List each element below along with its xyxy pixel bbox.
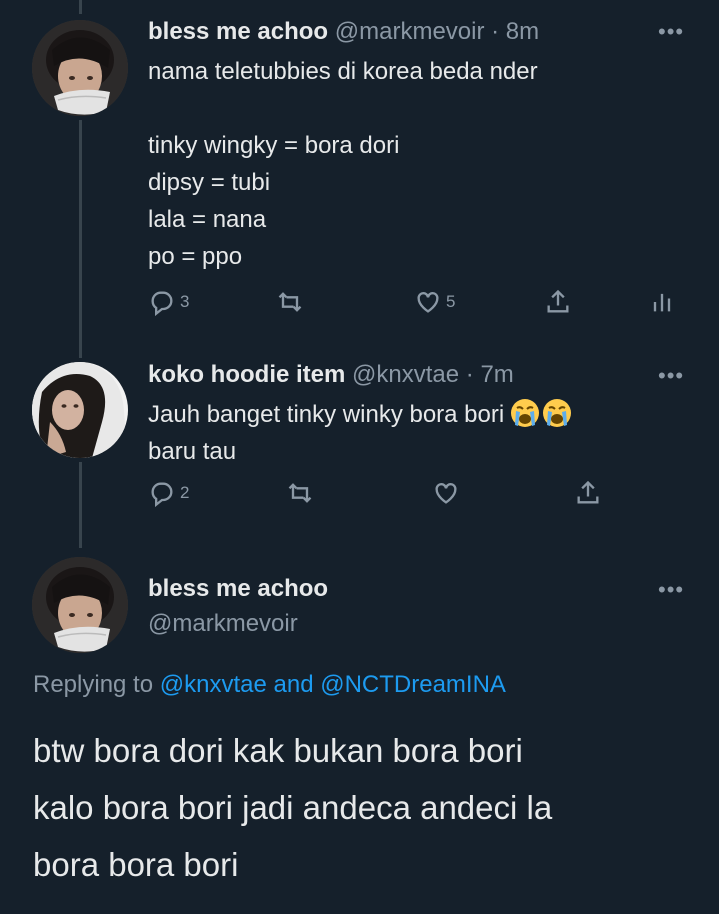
timestamp[interactable]: · 8m xyxy=(491,18,539,45)
display-name[interactable]: bless me achoo xyxy=(148,575,328,602)
mention-link[interactable]: @knxvtae xyxy=(160,671,267,698)
avatar[interactable] xyxy=(32,557,128,653)
like-icon xyxy=(417,292,439,313)
thread-line xyxy=(79,462,82,548)
tweet-actions: 2 xyxy=(148,479,688,515)
share-button[interactable] xyxy=(574,479,602,507)
mention-link[interactable]: @NCTDreamINA xyxy=(320,671,506,698)
more-icon[interactable]: ••• xyxy=(658,21,684,43)
retweet-icon xyxy=(278,292,302,312)
tweet-text: Jauh banget tinky winky bora bori baru t… xyxy=(148,396,572,470)
retweet-button[interactable] xyxy=(286,479,314,507)
reply-button[interactable]: 3 xyxy=(148,288,189,316)
timestamp[interactable]: · 7m xyxy=(466,361,514,388)
replying-label: Replying to xyxy=(33,671,154,698)
like-icon xyxy=(435,483,457,504)
tweet-header: koko hoodie item @knxvtae · 7m xyxy=(148,360,514,390)
tweet-text-line: Jauh banget tinky winky bora bori xyxy=(148,401,505,428)
like-button[interactable] xyxy=(432,479,460,507)
crying-emoji xyxy=(511,399,540,427)
analytics-button[interactable] xyxy=(648,288,676,316)
analytics-icon xyxy=(653,293,671,312)
share-icon xyxy=(577,480,599,504)
replying-to: Replying to @knxvtae and @NCTDreamINA xyxy=(33,671,506,699)
reply-count: 2 xyxy=(180,483,190,502)
display-name-row: bless me achoo xyxy=(148,574,328,604)
replying-and[interactable]: and xyxy=(274,671,314,698)
share-icon xyxy=(547,289,569,313)
reply-button[interactable]: 2 xyxy=(148,479,189,507)
reply-count: 3 xyxy=(180,292,190,311)
username-row: @markmevoir xyxy=(148,609,298,639)
retweet-icon xyxy=(288,483,312,503)
reply-icon xyxy=(151,291,173,316)
username[interactable]: @knxvtae xyxy=(352,361,459,388)
username[interactable]: @markmevoir xyxy=(148,610,298,637)
like-button[interactable]: 5 xyxy=(414,288,455,316)
share-button[interactable] xyxy=(544,288,572,316)
tweet-text-line: baru tau xyxy=(148,438,237,465)
more-icon[interactable]: ••• xyxy=(658,365,684,387)
crying-emoji xyxy=(543,399,572,427)
avatar[interactable] xyxy=(32,20,128,116)
tweet-text: nama teletubbies di korea beda nder tink… xyxy=(148,58,538,270)
tweet-actions: 3 5 xyxy=(148,288,688,324)
username[interactable]: @markmevoir xyxy=(335,18,485,45)
display-name[interactable]: koko hoodie item xyxy=(148,361,345,388)
more-icon[interactable]: ••• xyxy=(658,579,684,601)
retweet-button[interactable] xyxy=(276,288,304,316)
avatar[interactable] xyxy=(32,362,128,458)
display-name[interactable]: bless me achoo xyxy=(148,18,328,45)
tweet-header: bless me achoo @markmevoir · 8m xyxy=(148,17,539,47)
thread-line-top xyxy=(79,0,82,14)
thread-line xyxy=(79,120,82,358)
like-count: 5 xyxy=(446,292,456,311)
main-tweet-text: btw bora dori kak bukan bora bori kalo b… xyxy=(33,732,553,883)
reply-icon xyxy=(151,482,173,507)
